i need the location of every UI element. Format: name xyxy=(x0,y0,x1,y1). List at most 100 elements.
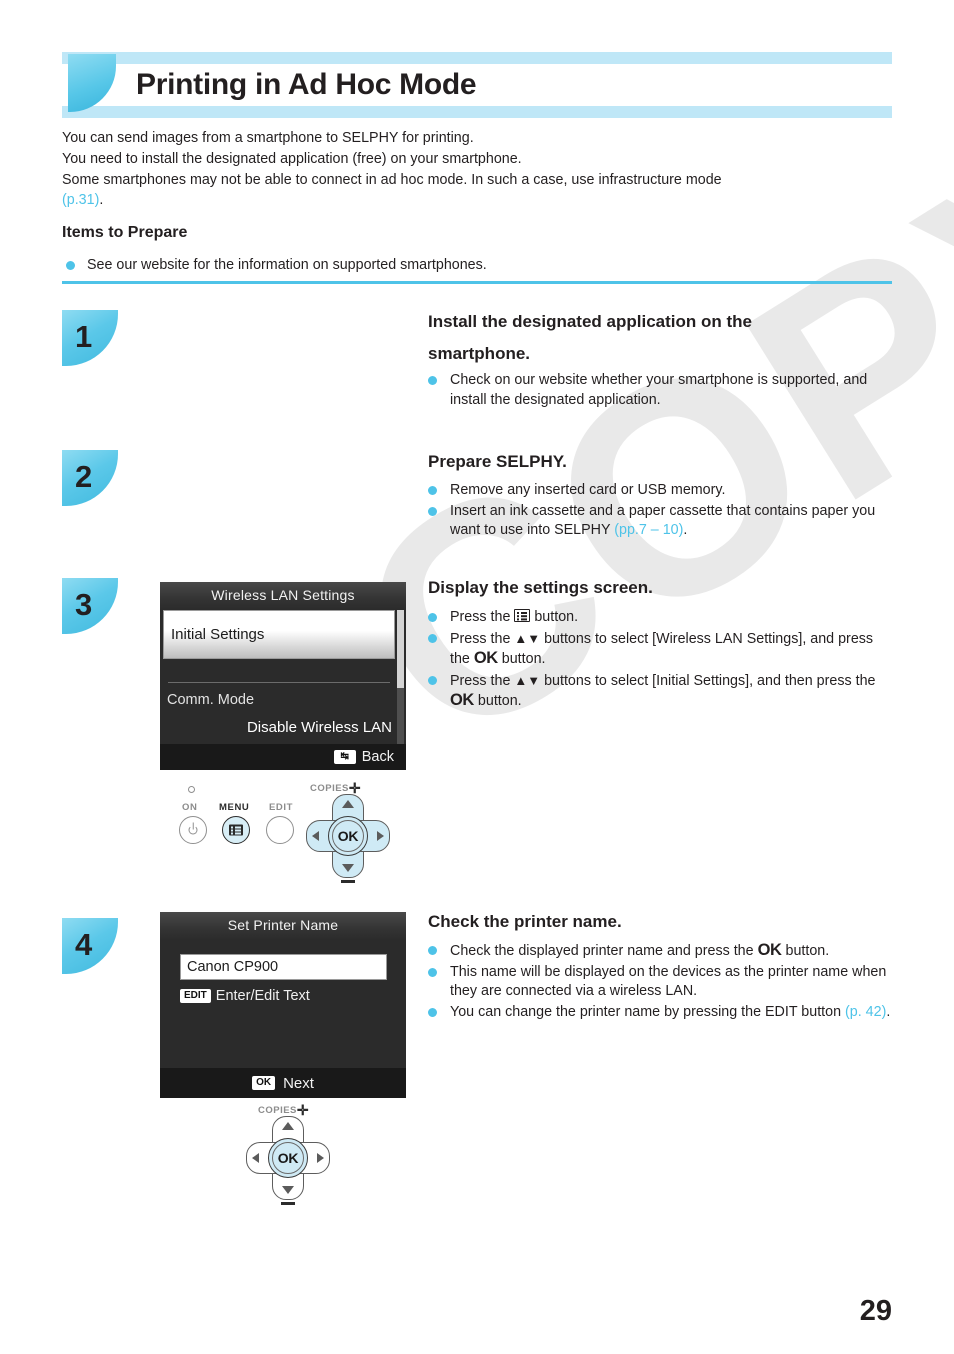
step-3-b2-c: button. xyxy=(497,651,546,668)
step-2-bullet-2-text: Insert an ink cassette and a paper casse… xyxy=(450,502,898,541)
step-4-bullets: Check the displayed printer name and pre… xyxy=(428,941,896,1023)
down-arrow-icon[interactable] xyxy=(342,864,354,872)
on-label: ON xyxy=(182,802,198,813)
bullet-dot-icon xyxy=(428,946,437,955)
up-down-arrows-icon: ▲▼ xyxy=(514,630,541,646)
step-1-bullet-1-text: Check on our website whether your smartp… xyxy=(450,372,868,408)
document-page: COPY Printing in Ad Hoc Mode You can sen… xyxy=(0,0,954,1354)
page-title: Printing in Ad Hoc Mode xyxy=(136,68,477,101)
lcd-edit-hint-label: Enter/Edit Text xyxy=(215,988,310,1004)
menu-icon xyxy=(229,824,243,836)
step-3-bullet-1: Press the button. xyxy=(428,608,896,628)
step-4-title: Check the printer name. xyxy=(428,912,622,931)
step-3-bullet-3-text: Press the ▲▼ buttons to select [Initial … xyxy=(450,671,896,712)
bullet-dot-icon xyxy=(428,486,437,495)
step-1-title: Install the designated application on th… xyxy=(428,306,898,370)
lcd-footer-next[interactable]: OK Next xyxy=(160,1068,406,1098)
intro-period: . xyxy=(99,192,104,209)
bullet-dot-icon xyxy=(428,613,437,622)
step-3-b2-a: Press the xyxy=(450,630,515,647)
step-2-title: Prepare SELPHY. xyxy=(428,452,567,471)
bullet-dot-icon xyxy=(428,967,437,977)
step-3-b1-b: button. xyxy=(530,609,579,625)
copies-label-text: COPIES xyxy=(310,783,349,794)
lcd-scrollbar-thumb[interactable] xyxy=(397,610,404,688)
page-reference-link[interactable]: (p.31) xyxy=(62,192,99,208)
lcd-edit-hint[interactable]: EDIT Enter/Edit Text xyxy=(180,988,310,1004)
power-button[interactable] xyxy=(179,816,207,844)
step-3-title: Display the settings screen. xyxy=(428,578,653,597)
ok-button[interactable]: OK xyxy=(268,1138,308,1178)
intro-line-1: You can send images from a smartphone to… xyxy=(62,130,474,146)
lcd-scrollbar[interactable] xyxy=(397,610,404,760)
step-2-bullet-2-text-b: . xyxy=(683,522,688,539)
ok-button[interactable]: OK xyxy=(328,816,368,856)
bullet-dot-icon xyxy=(428,633,437,643)
up-down-arrows-icon: ▲▼ xyxy=(514,672,541,688)
step-4-bullet-3: You can change the printer name by press… xyxy=(428,1003,896,1023)
menu-button[interactable] xyxy=(222,816,250,844)
lcd-set-printer-name: Set Printer Name Canon CP900 EDIT Enter/… xyxy=(160,912,406,1098)
step-4-b3-b: . xyxy=(886,1003,891,1020)
ok-label: OK xyxy=(473,649,498,668)
step-2-bullet-1: Remove any inserted card or USB memory. xyxy=(428,481,898,501)
ok-label: OK xyxy=(757,941,782,959)
step-1-bullet-1: Check on our website whether your smartp… xyxy=(428,371,898,410)
step-3-bullet-3: Press the ▲▼ buttons to select [Initial … xyxy=(428,671,896,712)
menu-button-icon xyxy=(514,609,531,622)
navigation-pad-small: OK xyxy=(246,1116,330,1200)
down-arrow-icon[interactable] xyxy=(282,1186,294,1194)
lcd-wireless-lan-settings: Wireless LAN Settings Initial Settings C… xyxy=(160,582,406,770)
intro-line-3: Some smartphones may not be able to conn… xyxy=(62,171,722,188)
step-4-b1-a: Check the displayed printer name and pre… xyxy=(450,943,758,959)
edit-key-icon: EDIT xyxy=(180,989,211,1003)
bullet-dot-icon xyxy=(66,261,75,270)
right-arrow-icon[interactable] xyxy=(317,1153,324,1163)
page-header: Printing in Ad Hoc Mode xyxy=(62,52,892,118)
intro-paragraph: You can send images from a smartphone to… xyxy=(62,128,898,211)
bullet-dot-icon xyxy=(428,1007,437,1017)
step-4-bullet-1: Check the displayed printer name and pre… xyxy=(428,941,896,962)
lcd-footer-back-label: Back xyxy=(361,749,394,765)
printer-name-field[interactable]: Canon CP900 xyxy=(180,954,387,980)
step-3-bullet-2-text: Press the ▲▼ buttons to select [Wireless… xyxy=(450,629,896,670)
pages-reference-link[interactable]: (pp.7 – 10) xyxy=(614,522,683,538)
navigation-pad-panel-small: COPIES✛ OK xyxy=(240,1102,340,1212)
bullet-dot-icon xyxy=(428,506,437,516)
ok-label: OK xyxy=(450,691,474,710)
left-arrow-icon[interactable] xyxy=(312,831,319,841)
edit-button[interactable] xyxy=(266,816,294,844)
lcd-row-value-comm-mode: Disable Wireless LAN xyxy=(246,719,392,736)
page-42-reference-link[interactable]: (p. 42) xyxy=(845,1004,886,1020)
minus-icon xyxy=(281,1202,295,1205)
section-divider xyxy=(62,281,892,284)
bullet-dot-icon xyxy=(428,675,437,685)
ok-key-icon: OK xyxy=(252,1076,276,1090)
step-3-b1-a: Press the xyxy=(450,609,515,625)
copies-label-small-text: COPIES xyxy=(258,1105,297,1116)
step-1-title-line-2: smartphone. xyxy=(428,344,531,363)
lcd-footer-back[interactable]: ↹ Back xyxy=(160,744,406,770)
up-arrow-icon[interactable] xyxy=(342,800,354,808)
step-badge-4: 4 xyxy=(62,918,118,974)
back-key-icon: ↹ xyxy=(333,750,356,764)
up-arrow-icon[interactable] xyxy=(282,1122,294,1130)
step-1-bullets: Check on our website whether your smartp… xyxy=(428,371,898,411)
step-2-bullet-2: Insert an ink cassette and a paper casse… xyxy=(428,502,898,541)
step-badge-2: 2 xyxy=(62,450,118,506)
items-to-prepare-bullet: See our website for the information on s… xyxy=(66,256,896,275)
step-1-title-line-1: Install the designated application on th… xyxy=(428,312,752,331)
lcd-row-separator xyxy=(168,682,390,683)
step-4-bullet-3-text: You can change the printer name by press… xyxy=(450,1003,896,1023)
lcd-footer-next-label: Next xyxy=(283,1074,314,1092)
step-2-bullet-1-text: Remove any inserted card or USB memory. xyxy=(450,482,726,498)
right-arrow-icon[interactable] xyxy=(377,831,384,841)
left-arrow-icon[interactable] xyxy=(252,1153,259,1163)
menu-label: MENU xyxy=(219,802,250,813)
step-4-b3-a: You can change the printer name by press… xyxy=(450,1003,846,1020)
step-2-bullets: Remove any inserted card or USB memory. … xyxy=(428,481,898,542)
step-3-bullets: Press the button. Press the ▲▼ buttons t… xyxy=(428,608,896,713)
step-badge-3: 3 xyxy=(62,578,118,634)
items-to-prepare-bullet-text: See our website for the information on s… xyxy=(87,257,487,273)
lcd-selected-row-initial-settings[interactable]: Initial Settings xyxy=(163,610,395,659)
